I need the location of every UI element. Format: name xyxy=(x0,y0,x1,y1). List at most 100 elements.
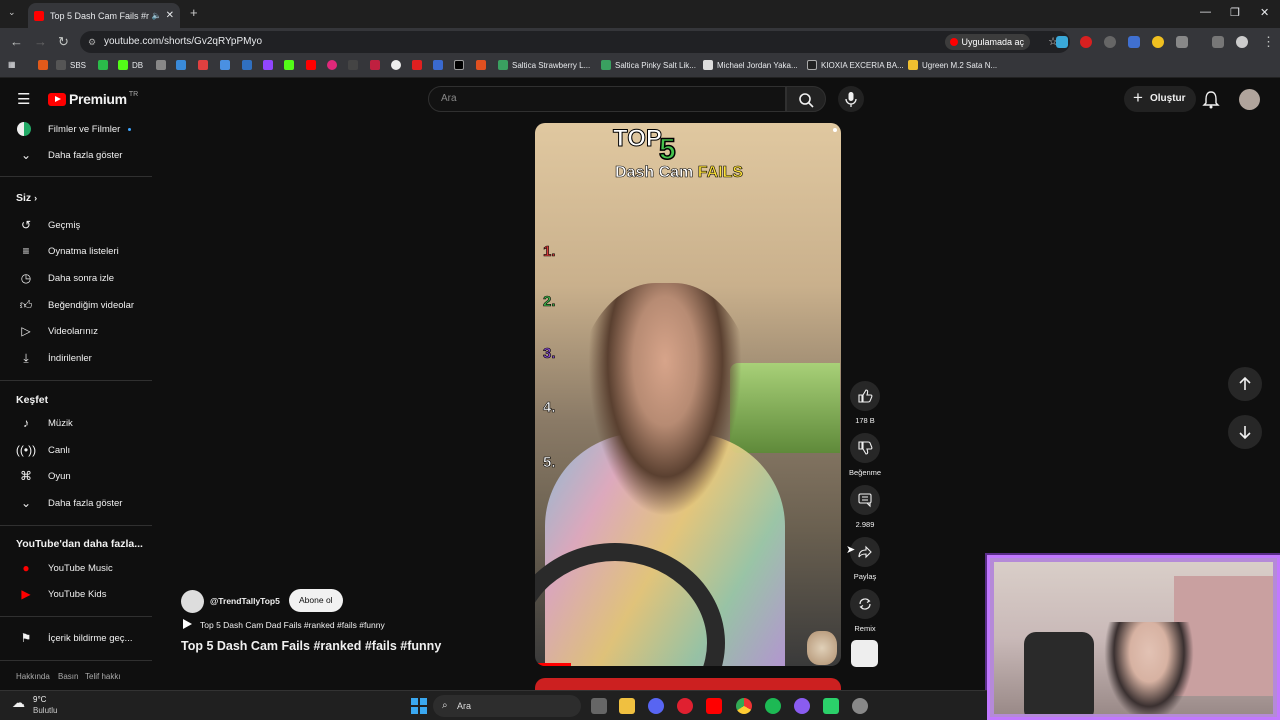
like-button[interactable]: 178 B xyxy=(849,381,881,425)
speaker-icon[interactable]: 🔈 xyxy=(152,11,162,20)
video-progress-bar[interactable] xyxy=(535,663,571,666)
app-icon[interactable] xyxy=(794,698,810,714)
bookmark-item[interactable] xyxy=(220,60,234,70)
bookmark-item[interactable] xyxy=(156,60,170,70)
app-icon[interactable] xyxy=(852,698,868,714)
bookmark-item[interactable] xyxy=(242,60,256,70)
app-icon[interactable] xyxy=(823,698,839,714)
apps-grid-icon[interactable]: ▦ xyxy=(8,60,16,69)
minimize-icon[interactable]: — xyxy=(1200,6,1211,18)
address-bar[interactable]: ⚙ youtube.com/shorts/Gv2qRYpPMyo Uygulam… xyxy=(80,31,1070,53)
section-you-header[interactable]: Siz › xyxy=(16,192,37,204)
bookmark-item[interactable] xyxy=(284,60,298,70)
bookmark-item[interactable]: Saltica Pinky Salt Lik... xyxy=(601,60,696,70)
related-video-link[interactable]: Top 5 Dash Cam Dad Fails #ranked #fails … xyxy=(200,620,385,630)
sidebar-show-more[interactable]: ⌄ Daha fazla göster xyxy=(0,490,155,516)
bookmark-item[interactable]: Ugreen M.2 Sata N... xyxy=(908,60,997,70)
dislike-button[interactable]: Beğenme xyxy=(849,433,881,477)
youtube-icon[interactable] xyxy=(706,698,722,714)
channel-avatar-small[interactable] xyxy=(851,640,878,667)
sidebar-item-downloads[interactable]: ⤓ İndirilenler xyxy=(0,345,155,371)
weather-temp[interactable]: 9°C xyxy=(33,695,46,704)
extension-icon[interactable] xyxy=(1056,36,1068,48)
bookmark-item[interactable]: Michael Jordan Yaka... xyxy=(703,60,798,70)
extension-icon[interactable] xyxy=(1128,36,1140,48)
reload-icon[interactable]: ↻ xyxy=(58,34,69,50)
menu-kebab-icon[interactable]: ⋮ xyxy=(1262,34,1275,50)
create-button[interactable]: Oluştur xyxy=(1124,85,1196,112)
new-tab-icon[interactable]: + xyxy=(190,5,198,20)
previous-short-button[interactable] xyxy=(1228,367,1262,401)
sidebar-item-live[interactable]: ((•)) Canlı xyxy=(0,437,155,463)
bookmark-item[interactable] xyxy=(98,60,112,70)
extension-icon[interactable] xyxy=(1080,36,1092,48)
windows-start-icon[interactable] xyxy=(411,698,427,714)
bookmark-item[interactable] xyxy=(38,60,52,70)
footer-link[interactable]: Telif hakkı xyxy=(85,672,121,681)
next-short-preview[interactable] xyxy=(535,678,841,690)
bookmark-item[interactable] xyxy=(176,60,190,70)
sidebar-item-youtube-kids[interactable]: ▶ YouTube Kids xyxy=(0,581,155,607)
back-icon[interactable]: ← xyxy=(10,34,23,49)
channel-handle[interactable]: @TrendTallyTop5 xyxy=(210,596,280,606)
subscribe-button[interactable]: Abone ol xyxy=(289,589,343,612)
site-info-icon[interactable]: ⚙ xyxy=(88,31,96,53)
spotify-icon[interactable] xyxy=(765,698,781,714)
sidebar-item-history[interactable]: ↺ Geçmiş xyxy=(0,212,155,238)
search-input[interactable]: Ara xyxy=(428,86,786,112)
discord-icon[interactable] xyxy=(648,698,664,714)
sidebar-item-liked-videos[interactable]: 👍︎ Beğendiğim videolar xyxy=(0,292,155,318)
bookmark-item[interactable]: SBS xyxy=(56,60,86,70)
tab-search-icon[interactable]: ⌄ xyxy=(8,7,16,18)
extensions-puzzle-icon[interactable] xyxy=(1176,36,1188,48)
sidebar-item-watch-later[interactable]: ◷ Daha sonra izle xyxy=(0,265,155,291)
next-short-button[interactable] xyxy=(1228,415,1262,449)
browser-tab-active[interactable]: Top 5 Dash Cam Fails #ranke 🔈 ✕ xyxy=(28,3,180,28)
file-explorer-icon[interactable] xyxy=(619,698,635,714)
bookmark-item[interactable]: KIOXIA EXCERIA BA... xyxy=(807,60,904,70)
bookmark-item[interactable] xyxy=(327,60,341,70)
chrome-icon[interactable] xyxy=(736,698,752,714)
x-twitter-icon[interactable] xyxy=(454,60,468,70)
shorts-video-player[interactable]: TOP 5 Dash Cam FAILS 1. 2. 3. 4. 5. xyxy=(535,123,841,666)
sidebar-item-movies[interactable]: Filmler ve Filmler xyxy=(0,116,155,142)
extension-icon[interactable] xyxy=(1104,36,1116,48)
bookmark-item[interactable]: Saltica Strawberry L... xyxy=(498,60,590,70)
profile-avatar-icon[interactable] xyxy=(1236,36,1248,48)
bookmark-item[interactable] xyxy=(198,60,212,70)
open-in-app-button[interactable]: Uygulamada aç xyxy=(945,34,1030,50)
footer-link[interactable]: Hakkında xyxy=(16,672,50,681)
sidebar-show-more[interactable]: ⌄ Daha fazla göster xyxy=(0,142,155,168)
opera-icon[interactable] xyxy=(677,698,693,714)
sidebar-item-youtube-music[interactable]: ● YouTube Music xyxy=(0,555,155,581)
restore-icon[interactable]: ❐ xyxy=(1230,6,1240,19)
sidebar-item-gaming[interactable]: ⌘ Oyun xyxy=(0,463,155,489)
search-button[interactable] xyxy=(786,86,826,112)
youtube-premium-logo[interactable]: Premium TR xyxy=(48,91,138,107)
sidebar-item-music[interactable]: ♪ Müzik xyxy=(0,410,155,436)
reading-list-icon[interactable] xyxy=(1212,36,1224,48)
bookmark-item[interactable] xyxy=(476,60,490,70)
forward-icon[interactable]: → xyxy=(34,34,47,49)
bookmark-item[interactable]: DB xyxy=(118,60,143,70)
notifications-bell-icon[interactable] xyxy=(1202,90,1220,110)
sidebar-item-playlists[interactable]: ≡ Oynatma listeleri xyxy=(0,238,155,264)
voice-search-button[interactable] xyxy=(838,86,864,112)
bookmark-item[interactable] xyxy=(306,60,320,70)
footer-link[interactable]: Basın xyxy=(58,672,78,681)
comments-button[interactable]: 2.989 xyxy=(849,485,881,529)
sidebar-item-report[interactable]: ⚑ İçerik bildirme geç... xyxy=(0,625,155,651)
channel-avatar[interactable] xyxy=(181,590,204,613)
close-window-icon[interactable]: ✕ xyxy=(1260,6,1269,19)
sidebar-item-your-videos[interactable]: ▷ Videolarınız xyxy=(0,318,155,344)
bookmark-item[interactable] xyxy=(412,60,426,70)
bookmark-item[interactable] xyxy=(348,60,362,70)
bookmark-item[interactable] xyxy=(433,60,447,70)
bookmark-item[interactable] xyxy=(370,60,384,70)
task-view-icon[interactable] xyxy=(591,698,607,714)
account-avatar[interactable] xyxy=(1239,89,1260,110)
bookmark-item[interactable] xyxy=(263,60,277,70)
remix-button[interactable]: Remix xyxy=(849,589,881,633)
extension-icon[interactable] xyxy=(1152,36,1164,48)
hamburger-menu-icon[interactable]: ☰ xyxy=(17,90,30,108)
